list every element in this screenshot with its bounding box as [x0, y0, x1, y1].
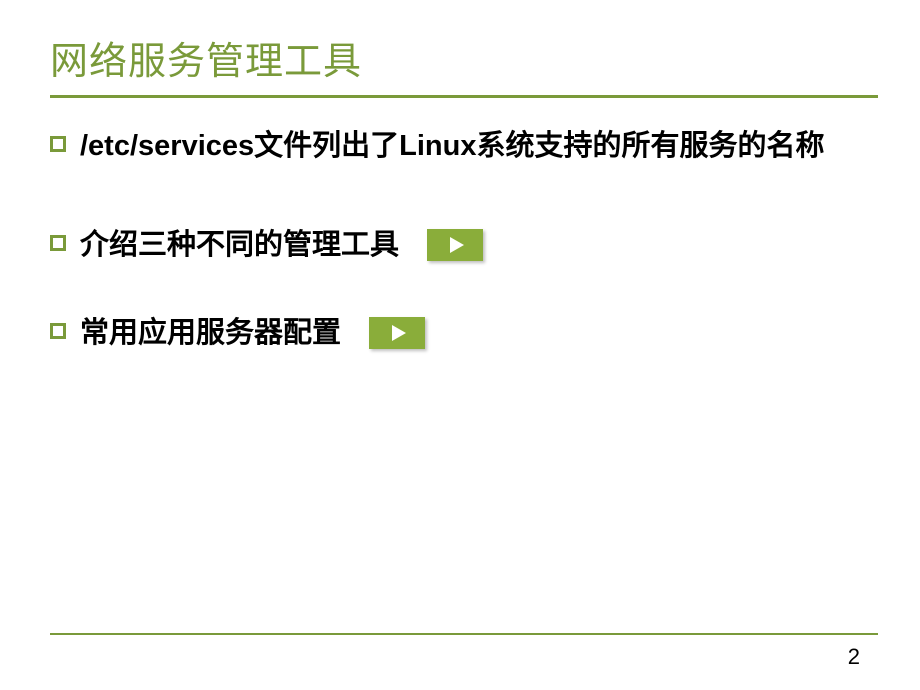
play-icon — [450, 237, 464, 253]
bullet-item-3: 常用应用服务器配置 — [50, 313, 870, 354]
play-icon — [392, 325, 406, 341]
bullet-text-2: 介绍三种不同的管理工具 — [80, 225, 399, 266]
slide-title: 网络服务管理工具 — [50, 30, 870, 85]
bullet-marker-icon — [50, 235, 66, 251]
bullet-item-2: 介绍三种不同的管理工具 — [50, 225, 870, 266]
bullet-marker-icon — [50, 136, 66, 152]
slide-container: 网络服务管理工具 /etc/services文件列出了Linux系统支持的所有服… — [0, 0, 920, 690]
page-number: 2 — [848, 644, 860, 670]
bullet-item-1: /etc/services文件列出了Linux系统支持的所有服务的名称 — [50, 126, 870, 167]
bullet-row-3: 常用应用服务器配置 — [80, 313, 425, 354]
bullet-marker-icon — [50, 323, 66, 339]
bullet-row-2: 介绍三种不同的管理工具 — [80, 225, 483, 266]
content-area: /etc/services文件列出了Linux系统支持的所有服务的名称 介绍三种… — [50, 126, 870, 354]
title-underline — [50, 95, 878, 98]
play-button-1[interactable] — [427, 229, 483, 261]
bullet-text-3: 常用应用服务器配置 — [80, 313, 341, 354]
bullet-text-1: /etc/services文件列出了Linux系统支持的所有服务的名称 — [80, 126, 824, 167]
play-button-2[interactable] — [369, 317, 425, 349]
footer-line — [50, 633, 878, 635]
